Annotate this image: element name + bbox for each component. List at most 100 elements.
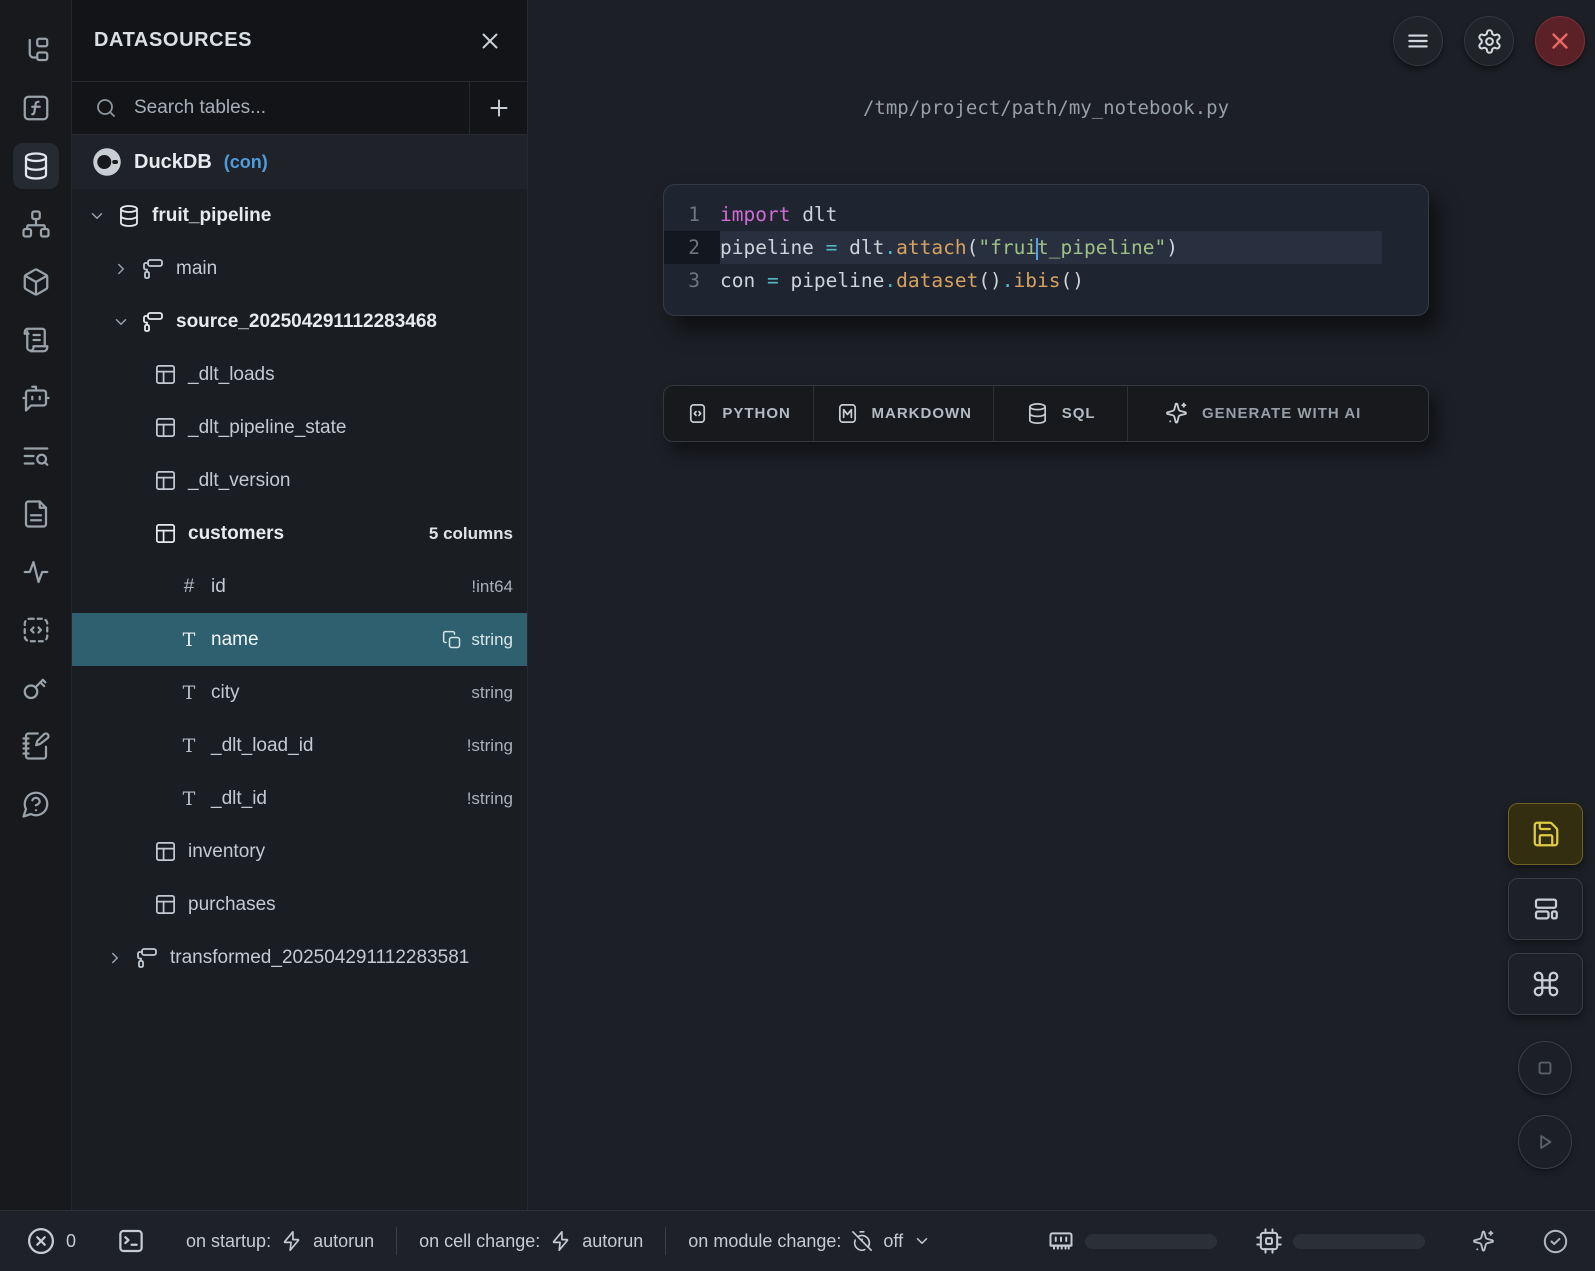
cpu-icon [1255, 1227, 1283, 1255]
notebook-filepath: /tmp/project/path/my_notebook.py [663, 97, 1429, 119]
column-label: id [211, 576, 226, 598]
stop-run-button[interactable] [1518, 1041, 1572, 1095]
code-line-1: 1import dlt [664, 198, 1428, 231]
add-markdown-cell-button[interactable]: MARKDOWN [814, 386, 994, 441]
window-controls [1393, 16, 1585, 66]
column-type: !int64 [471, 577, 513, 597]
table-icon [154, 469, 177, 492]
packages-icon[interactable] [13, 259, 59, 305]
run-all-button[interactable] [1518, 1115, 1572, 1169]
search-input[interactable] [134, 97, 414, 119]
sparkles-icon [1164, 401, 1189, 426]
search-logs-icon[interactable] [13, 433, 59, 479]
secrets-key-icon[interactable] [13, 665, 59, 711]
snippets-icon[interactable] [13, 607, 59, 653]
table-label: inventory [188, 841, 265, 863]
menu-button[interactable] [1393, 16, 1443, 66]
ai-chat-icon[interactable] [13, 375, 59, 421]
dependency-graph-icon[interactable] [13, 201, 59, 247]
tree-row-table-customers[interactable]: customers 5 columns [72, 507, 527, 560]
divider [396, 1227, 397, 1255]
save-button[interactable] [1508, 803, 1583, 865]
layout-toggle-button[interactable] [1508, 878, 1583, 940]
help-icon[interactable] [13, 781, 59, 827]
tree-row-table-purchases[interactable]: purchases [72, 878, 527, 931]
tree-row-table-dlt-pipeline-state[interactable]: _dlt_pipeline_state [72, 401, 527, 454]
search-icon [94, 96, 118, 120]
schema-icon [141, 257, 165, 281]
chevron-right-icon[interactable] [106, 949, 124, 967]
terminal-button[interactable] [116, 1226, 146, 1256]
chevron-down-icon[interactable] [88, 207, 106, 225]
divider [665, 1227, 666, 1255]
error-count: 0 [66, 1231, 76, 1252]
column-type: !string [467, 736, 513, 756]
on-module-change-label: on module change: [688, 1231, 841, 1252]
cpu-usage-bar [1293, 1234, 1425, 1249]
schema-icon [141, 310, 165, 334]
file-tree-icon[interactable] [13, 27, 59, 73]
tree-row-database[interactable]: fruit_pipeline [72, 189, 527, 242]
line-number: 2 [664, 231, 720, 264]
tree-row-column-name[interactable]: T name string [72, 613, 527, 666]
table-label: purchases [188, 894, 276, 916]
command-palette-button[interactable] [1508, 953, 1583, 1015]
activity-rail [0, 0, 72, 1210]
copy-icon[interactable] [442, 630, 462, 650]
column-label: name [211, 629, 259, 651]
documentation-icon[interactable] [13, 491, 59, 537]
schema-label: transformed_202504291112283581 [170, 947, 469, 969]
datasources-icon[interactable] [13, 143, 59, 189]
int-column-icon: # [178, 576, 200, 598]
add-datasource-button[interactable] [469, 82, 527, 134]
tree-row-schema-source[interactable]: source_202504291112283468 [72, 295, 527, 348]
on-startup-label: on startup: [186, 1231, 271, 1252]
add-sql-cell-button[interactable]: SQL [994, 386, 1128, 441]
settings-gear-button[interactable] [1464, 16, 1514, 66]
search-box[interactable] [72, 82, 469, 134]
scratchpad-icon[interactable] [13, 723, 59, 769]
tree-row-schema-transformed[interactable]: transformed_202504291112283581 [72, 931, 527, 984]
column-type: string [471, 683, 513, 703]
tree-row-table-dlt-version[interactable]: _dlt_version [72, 454, 527, 507]
tree-row-column-dlt-load-id[interactable]: T _dlt_load_id !string [72, 719, 527, 772]
duckdb-logo-icon [92, 147, 122, 177]
chevron-right-icon[interactable] [112, 260, 130, 278]
tracing-icon[interactable] [13, 549, 59, 595]
tree-row-column-id[interactable]: # id !int64 [72, 560, 527, 613]
chevron-down-icon[interactable] [112, 313, 130, 331]
tree-row-table-inventory[interactable]: inventory [72, 825, 527, 878]
tree-row-schema-main[interactable]: main [72, 242, 527, 295]
connection-row-duckdb[interactable]: DuckDB (con) [72, 135, 527, 189]
column-label: _dlt_load_id [211, 735, 313, 757]
table-icon [154, 522, 177, 545]
database-label: fruit_pipeline [152, 205, 271, 227]
on-startup-setting[interactable]: on startup: autorun [186, 1230, 374, 1252]
generate-with-ai-button[interactable]: GENERATE WITH AI [1128, 386, 1428, 441]
add-python-cell-button[interactable]: PYTHON [664, 386, 814, 441]
tree-row-table-dlt-loads[interactable]: _dlt_loads [72, 348, 527, 401]
table-icon [154, 363, 177, 386]
on-module-change-setting[interactable]: on module change: off [688, 1230, 931, 1252]
line-number: 3 [664, 264, 720, 297]
sparkles-icon[interactable] [1471, 1229, 1496, 1254]
close-panel-icon[interactable] [477, 28, 503, 54]
shutdown-close-button[interactable] [1535, 16, 1585, 66]
function-square-icon[interactable] [13, 85, 59, 131]
on-cell-change-label: on cell change: [419, 1231, 540, 1252]
error-indicator[interactable]: 0 [26, 1226, 76, 1256]
logs-icon[interactable] [13, 317, 59, 363]
code-square-icon [686, 402, 709, 425]
schema-label: main [176, 258, 217, 280]
on-cell-change-setting[interactable]: on cell change: autorun [419, 1230, 643, 1252]
resource-usage [1047, 1227, 1569, 1255]
column-type: !string [467, 789, 513, 809]
tree-row-column-dlt-id[interactable]: T _dlt_id !string [72, 772, 527, 825]
connection-status-check-icon[interactable] [1542, 1228, 1569, 1255]
tree-row-column-city[interactable]: T city string [72, 666, 527, 719]
code-cell[interactable]: 1import dlt 2pipeline = dlt.attach("frui… [663, 184, 1429, 316]
table-icon [154, 893, 177, 916]
search-row [72, 82, 527, 135]
table-label: customers [188, 523, 284, 545]
column-count-badge: 5 columns [429, 524, 513, 544]
